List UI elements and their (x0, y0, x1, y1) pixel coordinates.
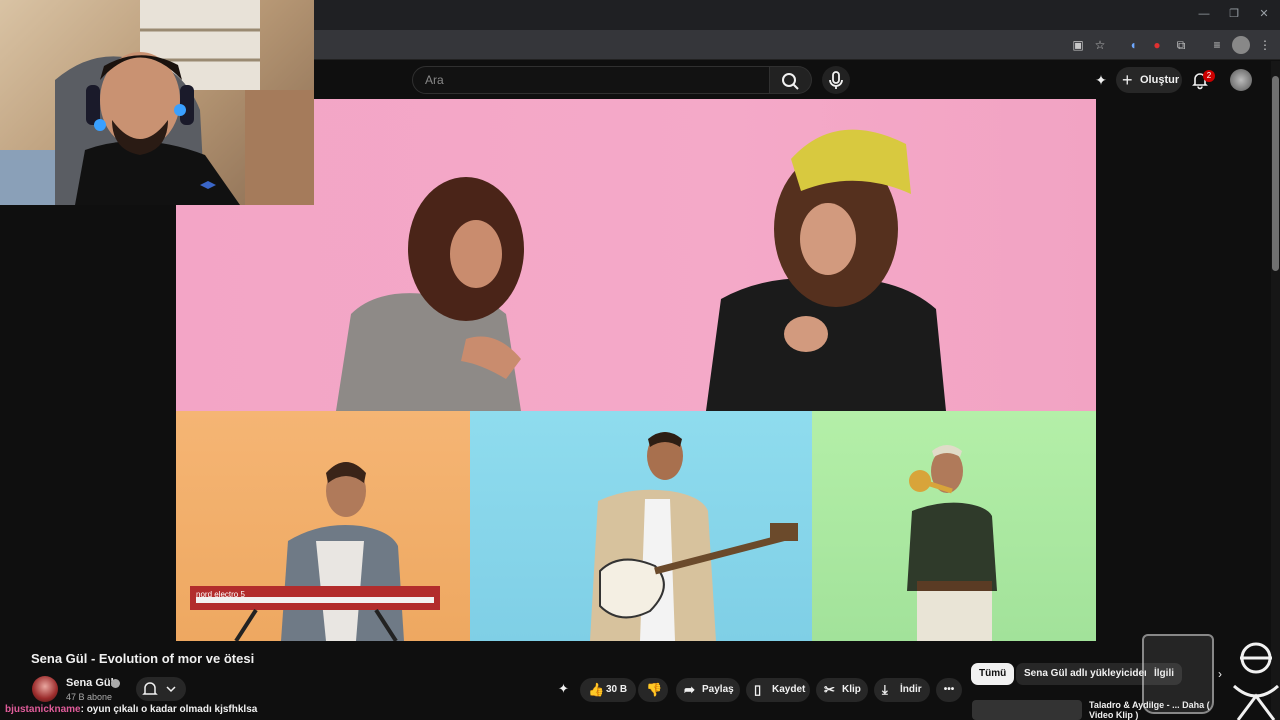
more-actions-button[interactable]: ••• (936, 678, 962, 702)
notification-badge: 2 (1203, 70, 1215, 82)
close-icon[interactable]: ✕ (1256, 6, 1272, 22)
extensions-icon[interactable]: ⧉ (1172, 36, 1190, 54)
account-avatar[interactable] (1230, 69, 1252, 91)
like-button[interactable]: 👍 30 B (580, 678, 636, 702)
page-scrollbar-thumb[interactable] (1272, 76, 1279, 271)
save-button[interactable]: ▯ Kaydet (746, 678, 810, 702)
channel-avatar[interactable] (32, 676, 58, 702)
video-player[interactable]: nord electro 5 (176, 99, 1096, 641)
keyboard-brand: nord electro 5 (196, 590, 245, 599)
search-input[interactable]: Ara (412, 66, 770, 94)
verified-icon (111, 679, 120, 688)
video-panel-trumpeter (812, 411, 1096, 641)
dislike-button[interactable]: 👎 (638, 678, 668, 702)
subscriber-count: 47 B abone (66, 692, 113, 702)
stream-overlay-glass (1142, 634, 1214, 714)
ai-ask-icon[interactable]: ✦ (558, 681, 574, 697)
extension-audio-icon[interactable]: ◖ (1124, 36, 1142, 54)
chat-text: : oyun çıkalı o kadar olmadı kjsfhklsa (80, 704, 258, 715)
plus-icon: + (1122, 70, 1133, 90)
chat-username: bjustanickname (5, 704, 81, 715)
voice-search-button[interactable] (822, 66, 850, 94)
search-button[interactable] (770, 66, 812, 94)
subscription-bell-icon (142, 682, 176, 695)
like-count: 30 B (606, 684, 628, 695)
recommended-thumbnail[interactable] (972, 700, 1082, 720)
share-arrow-icon: ➦ (684, 682, 695, 697)
download-icon: ⤓ (882, 682, 888, 697)
bookmark-icon: ▯ (754, 682, 762, 697)
webcam-overlay (0, 0, 314, 205)
singers-illustration (336, 129, 946, 411)
scissors-icon: ✂ (824, 682, 835, 697)
thumbs-down-icon: 👎 (646, 682, 663, 697)
minimize-icon[interactable]: — (1196, 6, 1212, 22)
streamer-logo (1232, 642, 1280, 720)
microphone-icon (829, 71, 843, 89)
share-button[interactable]: ➦ Paylaş (676, 678, 740, 702)
video-title: Sena Gül - Evolution of mor ve ötesi (31, 651, 255, 666)
video-panel-keyboardist: nord electro 5 (176, 411, 470, 641)
video-panel-singers (176, 99, 1096, 411)
cast-icon[interactable]: ▣ (1069, 36, 1087, 54)
search-icon (782, 73, 799, 90)
subscription-bell-button[interactable] (136, 677, 186, 701)
more-dots-icon: ••• (943, 684, 955, 695)
bookmark-star-icon[interactable]: ☆ (1091, 36, 1109, 54)
restore-icon[interactable]: ❐ (1226, 6, 1242, 22)
stream-chat-message: bjustanickname: oyun çıkalı o kadar olma… (5, 704, 257, 715)
channel-name[interactable]: Sena Gül (66, 677, 114, 689)
browser-menu-icon[interactable]: ⋮ (1256, 36, 1274, 54)
thumbs-up-icon: 👍 (588, 682, 605, 697)
chip-from-uploader[interactable]: Sena Gül adlı yükleyiciden (1016, 663, 1159, 685)
chip-all[interactable]: Tümü (971, 663, 1015, 685)
profile-avatar[interactable] (1232, 36, 1250, 54)
media-control-icon[interactable]: ≡ (1208, 36, 1226, 54)
extension-red-icon[interactable]: ● (1148, 36, 1166, 54)
ai-sparkle-icon[interactable]: ✦ (1092, 71, 1110, 89)
video-panel-bassist (470, 411, 812, 641)
chips-next-icon[interactable]: › (1218, 667, 1222, 681)
clip-button[interactable]: ✂ Klip (816, 678, 868, 702)
download-button[interactable]: ⤓ İndir (874, 678, 930, 702)
